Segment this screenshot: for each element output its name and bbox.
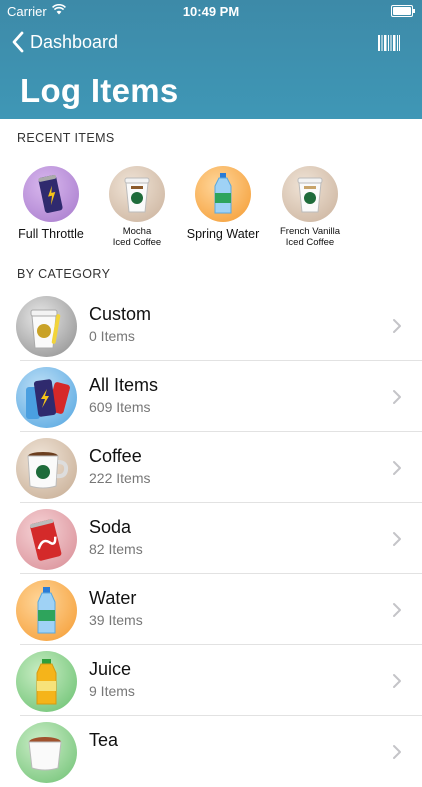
category-count: 222 Items bbox=[89, 470, 151, 486]
chevron-left-icon bbox=[12, 31, 24, 53]
category-count: 9 Items bbox=[89, 683, 135, 699]
category-row-custom[interactable]: Custom 0 Items bbox=[0, 290, 422, 361]
category-row-tea[interactable]: Tea bbox=[0, 716, 422, 787]
recent-item-label-line1: French Vanilla bbox=[279, 226, 341, 237]
recent-item-label-line1: Mocha bbox=[122, 226, 152, 237]
chevron-right-icon bbox=[393, 319, 401, 333]
recent-item-spring-water[interactable]: Spring Water bbox=[179, 160, 267, 241]
category-row-water[interactable]: Water 39 Items bbox=[0, 574, 422, 645]
water-bottle-icon bbox=[195, 166, 251, 222]
category-row-coffee[interactable]: Coffee 222 Items bbox=[0, 432, 422, 503]
iced-coffee-cup-icon bbox=[282, 166, 338, 222]
recent-item-french-vanilla-iced-coffee[interactable]: French Vanilla Iced Coffee bbox=[266, 160, 354, 248]
category-count: 39 Items bbox=[89, 612, 143, 628]
back-button-label: Dashboard bbox=[30, 31, 119, 52]
back-button[interactable]: Dashboard bbox=[11, 31, 118, 53]
water-bottle-icon bbox=[16, 580, 77, 641]
energy-drink-can-icon bbox=[23, 166, 79, 222]
tea-cup-icon bbox=[16, 722, 77, 783]
custom-drink-icon bbox=[16, 296, 77, 357]
chevron-right-icon bbox=[393, 745, 401, 759]
recent-items-row: Full Throttle Mocha Iced Coffee Spring W… bbox=[0, 160, 422, 255]
category-name: Soda bbox=[89, 517, 132, 537]
category-row-soda[interactable]: Soda 82 Items bbox=[0, 503, 422, 574]
clock: 10:49 PM bbox=[182, 4, 240, 19]
chevron-right-icon bbox=[393, 674, 401, 688]
category-name: Tea bbox=[89, 730, 119, 750]
category-row-all-items[interactable]: All Items 609 Items bbox=[0, 361, 422, 432]
by-category-heading: BY CATEGORY bbox=[17, 267, 111, 281]
chevron-right-icon bbox=[393, 461, 401, 475]
recent-item-label: Mocha Iced Coffee bbox=[93, 226, 181, 248]
recent-item-label: French Vanilla Iced Coffee bbox=[266, 226, 354, 248]
battery-icon bbox=[391, 5, 415, 17]
iced-coffee-cup-icon bbox=[109, 166, 165, 222]
status-bar: Carrier 10:49 PM bbox=[0, 0, 422, 24]
barcode-icon[interactable] bbox=[378, 35, 400, 51]
recent-item-mocha-iced-coffee[interactable]: Mocha Iced Coffee bbox=[93, 160, 181, 248]
recent-item-label: Full Throttle bbox=[18, 227, 84, 241]
chevron-right-icon bbox=[393, 532, 401, 546]
all-items-icon bbox=[16, 367, 77, 428]
chevron-right-icon bbox=[393, 390, 401, 404]
page-title: Log Items bbox=[20, 72, 179, 109]
category-count: 82 Items bbox=[89, 541, 143, 557]
recent-item-full-throttle[interactable]: Full Throttle bbox=[7, 160, 95, 241]
recent-item-label-line2: Iced Coffee bbox=[285, 237, 335, 248]
recent-item-label-line2: Iced Coffee bbox=[112, 237, 162, 248]
category-name: Water bbox=[89, 588, 137, 608]
category-name: Juice bbox=[89, 659, 132, 679]
chevron-right-icon bbox=[393, 603, 401, 617]
soda-can-icon bbox=[16, 509, 77, 570]
recent-items-heading: RECENT ITEMS bbox=[17, 131, 115, 145]
recent-item-label: Spring Water bbox=[186, 227, 260, 241]
category-count: 0 Items bbox=[89, 328, 135, 344]
category-name: Custom bbox=[89, 304, 152, 324]
category-count: 609 Items bbox=[89, 399, 151, 415]
category-name: Coffee bbox=[89, 446, 142, 466]
coffee-mug-icon bbox=[16, 438, 77, 499]
category-row-juice[interactable]: Juice 9 Items bbox=[0, 645, 422, 716]
juice-bottle-icon bbox=[16, 651, 77, 712]
navigation-header: Carrier 10:49 PM Dashboard Log Items bbox=[0, 0, 422, 119]
category-name: All Items bbox=[89, 375, 159, 395]
